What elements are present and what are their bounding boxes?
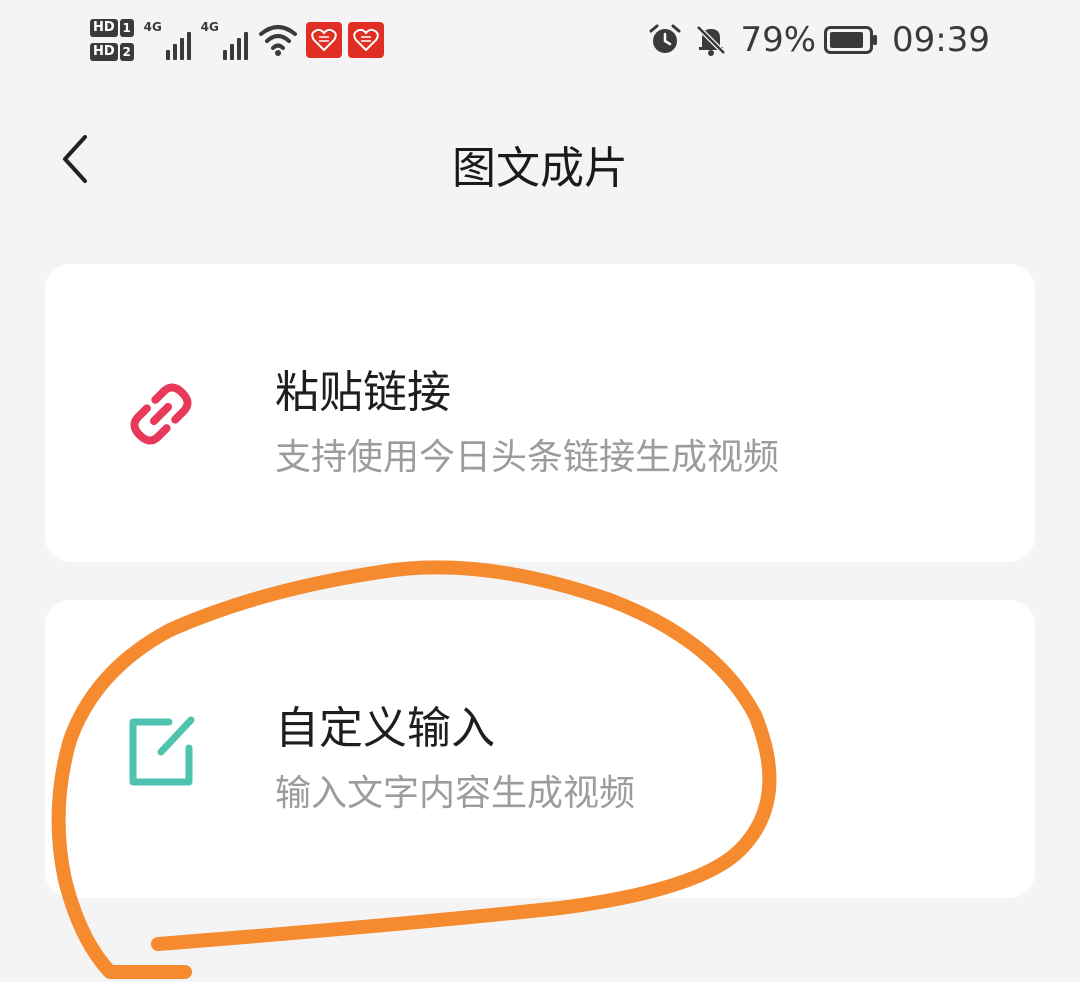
page-title: 图文成片 [452,143,628,194]
sim2-badge: HD 2 [90,43,134,61]
sim2-number: 2 [119,43,134,61]
sim1-hd-label: HD [90,19,118,37]
paste-link-option[interactable]: 粘贴链接 支持使用今日头条链接生成视频 [45,264,1035,562]
option-subtitle: 支持使用今日头条链接生成视频 [275,437,780,478]
signal-icon: 4G [144,20,191,60]
link-icon [130,383,192,445]
alarm-icon [649,24,681,53]
app-notification-icon [305,22,342,58]
app-notification-icon [347,22,384,58]
sim1-number: 1 [119,19,134,37]
signal-icon: 4G [201,20,248,60]
sim-indicators: HD 1 HD 2 [90,19,134,61]
mute-bell-icon [696,25,727,56]
status-bar-left: HD 1 HD 2 4G 4G [90,12,390,68]
option-title: 粘贴链接 [275,367,451,418]
option-title: 自定义输入 [275,703,495,754]
battery-percent: 79% [740,20,817,60]
network1-label: 4G [143,20,162,34]
sim1-badge: HD 1 [90,19,134,37]
network2-label: 4G [200,20,219,34]
app-header: 图文成片 [0,110,1080,206]
clock: 09:39 [892,20,990,60]
option-subtitle: 输入文字内容生成视频 [275,773,636,814]
status-bar-right: 79% 09:39 [648,18,990,62]
wifi-icon [258,25,297,56]
battery-icon [824,26,878,54]
edit-icon [129,716,195,786]
sim2-hd-label: HD [90,43,118,61]
custom-input-option[interactable]: 自定义输入 输入文字内容生成视频 [45,600,1035,898]
status-bar: HD 1 HD 2 4G 4G 79% 09:39 [0,0,1080,80]
